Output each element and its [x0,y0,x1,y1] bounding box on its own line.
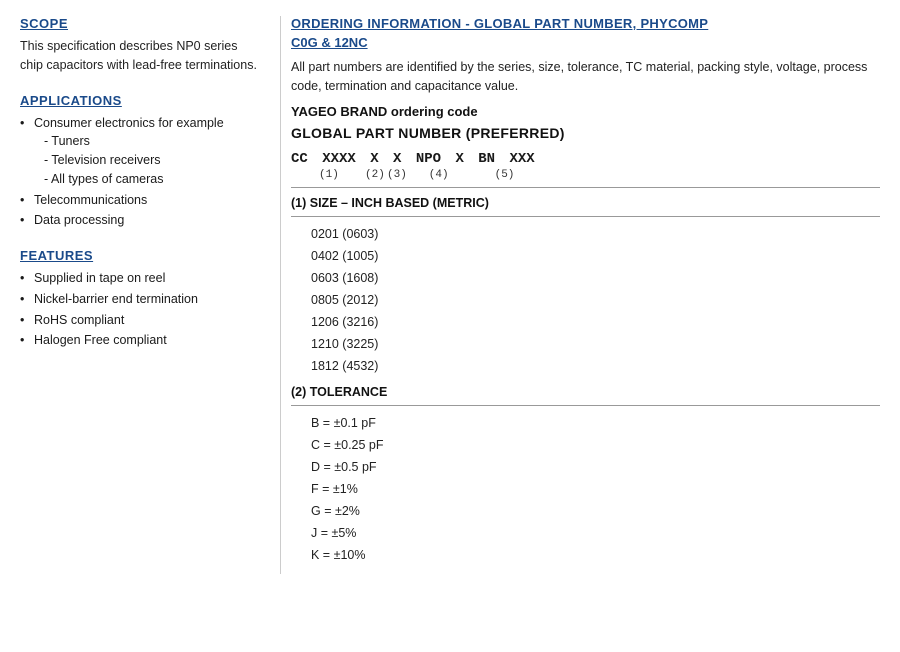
scope-section: SCOPE This specification describes NP0 s… [20,16,260,75]
list-item: All types of cameras [34,170,260,189]
scope-heading: SCOPE [20,16,260,31]
features-section: FEATURES Supplied in tape on reel Nickel… [20,248,260,350]
size-row: 0402 (1005) [291,245,880,267]
divider-2 [291,216,880,217]
global-part-label: GLOBAL PART NUMBER (PREFERRED) [291,125,880,141]
list-item: RoHS compliant [20,311,260,330]
left-column: SCOPE This specification describes NP0 s… [20,16,280,574]
applications-section: APPLICATIONS Consumer electronics for ex… [20,93,260,231]
size-row: 0603 (1608) [291,267,880,289]
list-item: Telecommunications [20,191,260,210]
divider-1 [291,187,880,188]
ordering-desc: All part numbers are identified by the s… [291,58,880,96]
tolerance-row: K = ±10% [291,544,880,566]
applications-heading: APPLICATIONS [20,93,260,108]
right-column: ORDERING INFORMATION - GLOBAL PART NUMBE… [280,16,880,574]
main-title: ORDERING INFORMATION - GLOBAL PART NUMBE… [291,16,880,31]
tolerance-section: (2) TOLERANCE B = ±0.1 pF C = ±0.25 pF D… [291,385,880,566]
part-code-line1: CC XXXX X X NPO X BN XXX [291,151,880,167]
list-item: Halogen Free compliant [20,331,260,350]
tolerance-row: G = ±2% [291,500,880,522]
size-row: 1206 (3216) [291,311,880,333]
size-section: (1) SIZE – INCH BASED (METRIC) 0201 (060… [291,196,880,377]
tolerance-title: (2) TOLERANCE [291,385,880,399]
tolerance-row: J = ±5% [291,522,880,544]
size-row: 0805 (2012) [291,289,880,311]
divider-3 [291,405,880,406]
size-row: 1812 (4532) [291,355,880,377]
size-row: 0201 (0603) [291,223,880,245]
list-item: Supplied in tape on reel [20,269,260,288]
features-list: Supplied in tape on reel Nickel-barrier … [20,269,260,350]
features-heading: FEATURES [20,248,260,263]
brand-label: YAGEO BRAND ordering code [291,104,880,119]
size-row: 1210 (3225) [291,333,880,355]
sub-list: Tuners Television receivers All types of… [34,132,260,188]
subtitle: C0G & 12NC [291,35,880,50]
applications-list: Consumer electronics for example Tuners … [20,114,260,231]
tolerance-row: B = ±0.1 pF [291,412,880,434]
tolerance-row: D = ±0.5 pF [291,456,880,478]
list-item: Data processing [20,211,260,230]
tolerance-row: F = ±1% [291,478,880,500]
list-item: Television receivers [34,151,260,170]
tolerance-row: C = ±0.25 pF [291,434,880,456]
part-number-diagram: CC XXXX X X NPO X BN XXX (1) (2) (3) (4)… [291,151,880,181]
part-code-line2: (1) (2) (3) (4) (5) [291,169,880,181]
scope-text: This specification describes NP0 series … [20,37,260,75]
list-item: Tuners [34,132,260,151]
list-item: Nickel-barrier end termination [20,290,260,309]
list-item: Consumer electronics for example Tuners … [20,114,260,189]
size-title: (1) SIZE – INCH BASED (METRIC) [291,196,880,210]
